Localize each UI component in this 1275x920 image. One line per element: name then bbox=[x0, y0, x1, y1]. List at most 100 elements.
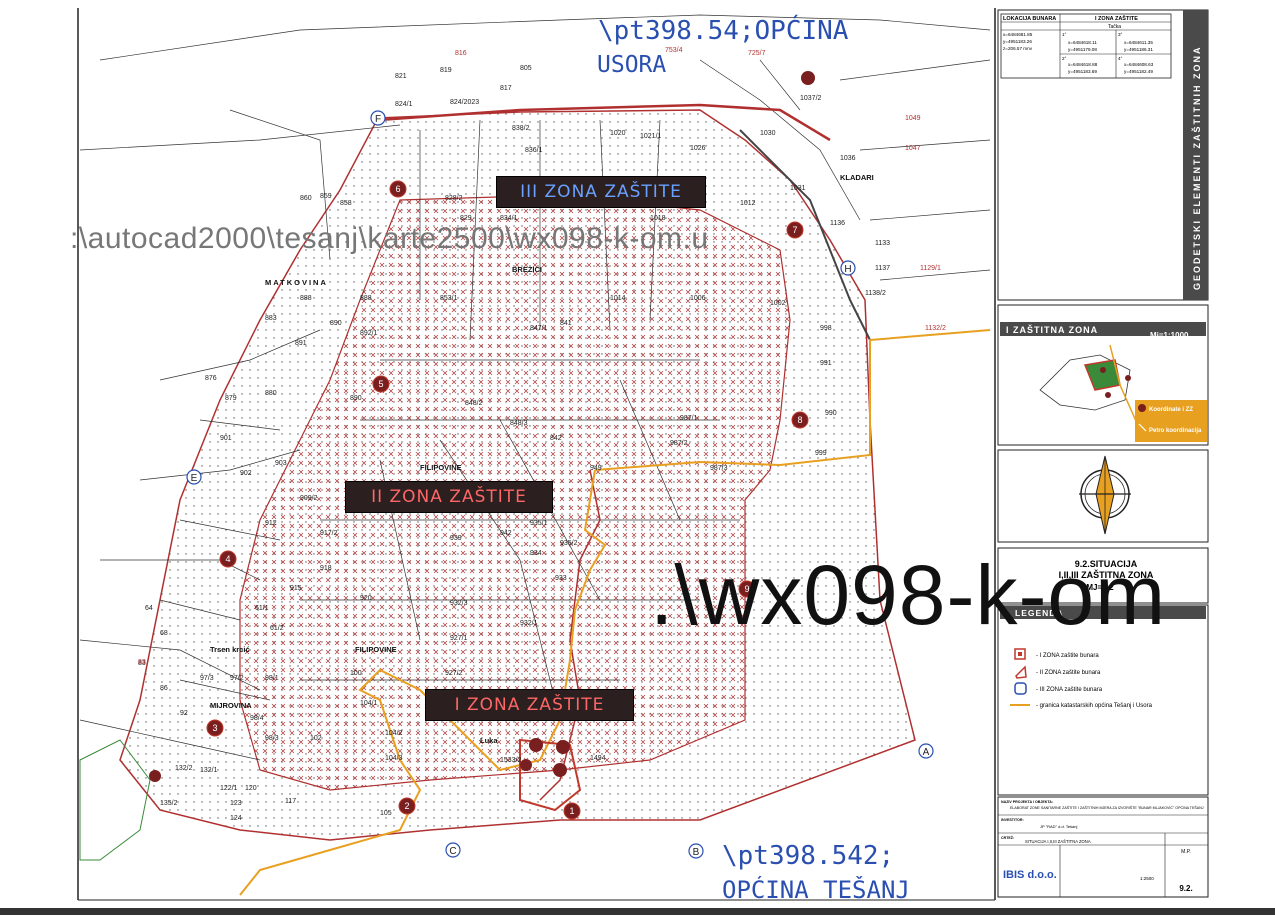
svg-text:CRTEŽ:: CRTEŽ: bbox=[1001, 835, 1014, 840]
svg-text:1494: 1494 bbox=[590, 755, 606, 762]
coord-panel bbox=[997, 9, 1209, 301]
place-brezici: BREZICI bbox=[512, 265, 542, 274]
zone-1-label: I ZONA ZAŠTITE bbox=[425, 689, 634, 721]
svg-text:64: 64 bbox=[145, 605, 153, 612]
svg-text:1036: 1036 bbox=[840, 155, 856, 162]
svg-text:901: 901 bbox=[220, 435, 232, 442]
svg-text:- II ZONA zaštite bunara: - II ZONA zaštite bunara bbox=[1036, 670, 1101, 676]
svg-text:INVESTITOR:: INVESTITOR: bbox=[1001, 818, 1024, 822]
svg-text:890: 890 bbox=[330, 320, 342, 327]
svg-text:842: 842 bbox=[550, 435, 562, 442]
path-overlay-top-2: USORA bbox=[597, 52, 667, 78]
svg-text:1012: 1012 bbox=[740, 200, 756, 207]
svg-text:902: 902 bbox=[240, 470, 252, 477]
svg-text:105: 105 bbox=[380, 810, 392, 817]
svg-text:H: H bbox=[844, 264, 851, 275]
svg-text:1002: 1002 bbox=[770, 300, 786, 307]
svg-text:1133: 1133 bbox=[875, 240, 890, 247]
svg-text:83: 83 bbox=[138, 659, 146, 666]
svg-text:y=4951183.69: y=4951183.69 bbox=[1068, 69, 1097, 74]
svg-text:1137: 1137 bbox=[875, 265, 890, 272]
svg-text:939: 939 bbox=[450, 535, 462, 542]
svg-text:853/1: 853/1 bbox=[440, 295, 458, 302]
svg-text:816: 816 bbox=[455, 50, 467, 57]
svg-text:x=6484608.63: x=6484608.63 bbox=[1124, 62, 1154, 67]
svg-text:821: 821 bbox=[395, 73, 407, 80]
svg-text:990: 990 bbox=[825, 410, 837, 417]
svg-text:912: 912 bbox=[265, 520, 277, 527]
svg-text:917/2: 917/2 bbox=[320, 530, 338, 537]
svg-text:86: 86 bbox=[160, 685, 168, 692]
svg-text:927/2: 927/2 bbox=[445, 670, 463, 677]
svg-text:888: 888 bbox=[300, 295, 312, 302]
svg-text:1006: 1006 bbox=[690, 295, 706, 302]
svg-text:9.2.: 9.2. bbox=[1179, 884, 1192, 893]
svg-text:92: 92 bbox=[180, 710, 188, 717]
zone-2-label: II ZONA ZAŠTITE bbox=[345, 481, 553, 513]
path-overlay-bottom: \pt398.542; bbox=[722, 841, 895, 871]
svg-text:932/3: 932/3 bbox=[450, 600, 468, 607]
svg-text:1138/2: 1138/2 bbox=[865, 290, 886, 297]
path-overlay-left: :\autocad2000\tesanj\karte2500\wx098-k-o… bbox=[70, 222, 709, 255]
svg-text:y=4951183.26: y=4951183.26 bbox=[1003, 39, 1032, 44]
well-marker-3: 3 bbox=[206, 719, 224, 737]
svg-text:5: 5 bbox=[378, 379, 383, 389]
svg-text:915: 915 bbox=[290, 585, 302, 592]
place-luka: Luka bbox=[480, 736, 498, 745]
point-e: E bbox=[186, 469, 202, 485]
svg-text:61/2: 61/2 bbox=[270, 625, 284, 632]
svg-text:858: 858 bbox=[340, 200, 352, 207]
inset-legend-2: Petro koordinacija bbox=[1149, 428, 1202, 434]
svg-text:987/2: 987/2 bbox=[670, 440, 688, 447]
svg-text:y=4951186.31: y=4951186.31 bbox=[1124, 47, 1153, 52]
point-c: C bbox=[445, 842, 461, 858]
svg-text:1018: 1018 bbox=[650, 215, 666, 222]
svg-text:132/2: 132/2 bbox=[175, 765, 193, 772]
svg-text:I ZONA ZAŠTITE: I ZONA ZAŠTITE bbox=[1095, 14, 1138, 22]
well-marker-5: 5 bbox=[372, 375, 390, 393]
svg-text:JP "RAD" d.d. Tešanj: JP "RAD" d.d. Tešanj bbox=[1040, 824, 1077, 829]
svg-text:1533/2: 1533/2 bbox=[500, 757, 522, 764]
svg-text:117: 117 bbox=[285, 798, 296, 805]
svg-text:932/1: 932/1 bbox=[520, 620, 538, 627]
svg-text:ELABORAT ZONE SANITARNE ZAŠTIT: ELABORAT ZONE SANITARNE ZAŠTITE I ZAŠTIT… bbox=[1010, 805, 1204, 810]
svg-text:z=206.57 mnv: z=206.57 mnv bbox=[1003, 46, 1033, 51]
svg-text:876: 876 bbox=[205, 375, 217, 382]
zone-3-label: III ZONA ZAŠTITE bbox=[496, 176, 706, 208]
svg-text:883: 883 bbox=[265, 315, 277, 322]
svg-text:817: 817 bbox=[500, 85, 512, 92]
svg-text:841: 841 bbox=[560, 320, 572, 327]
svg-text:3: 3 bbox=[212, 723, 217, 733]
svg-text:1°: 1° bbox=[1062, 32, 1067, 37]
svg-text:98/4: 98/4 bbox=[250, 715, 264, 722]
svg-text:859: 859 bbox=[320, 193, 332, 200]
place-trsen: Trsen krcić bbox=[210, 645, 250, 654]
svg-text:1020: 1020 bbox=[610, 130, 626, 137]
well-marker-4: 4 bbox=[219, 550, 237, 568]
company-logo: IBIS d.o.o. bbox=[1003, 869, 1057, 881]
svg-text:935/1: 935/1 bbox=[530, 520, 548, 527]
svg-text:B: B bbox=[693, 847, 700, 858]
point-h: H bbox=[840, 260, 856, 276]
svg-text:97/3: 97/3 bbox=[200, 675, 214, 682]
svg-text:1030: 1030 bbox=[760, 130, 776, 137]
svg-text:999: 999 bbox=[815, 450, 827, 457]
svg-text:848/2: 848/2 bbox=[465, 400, 483, 407]
svg-text:1049: 1049 bbox=[905, 115, 921, 122]
well-marker-1: 1 bbox=[563, 802, 581, 820]
svg-text:920: 920 bbox=[360, 595, 372, 602]
svg-text:880: 880 bbox=[265, 390, 277, 397]
svg-text:122/1: 122/1 bbox=[220, 785, 238, 792]
svg-text:2°: 2° bbox=[1062, 56, 1067, 61]
svg-text:1026: 1026 bbox=[690, 145, 706, 152]
svg-text:819: 819 bbox=[440, 67, 452, 74]
svg-text:x=6484611.35: x=6484611.35 bbox=[1124, 40, 1153, 45]
svg-text:- I ZONA zaštite bunara: - I ZONA zaštite bunara bbox=[1036, 653, 1099, 659]
svg-text:A: A bbox=[923, 747, 930, 758]
svg-text:805: 805 bbox=[520, 65, 532, 72]
svg-text:753/4: 753/4 bbox=[665, 47, 683, 54]
svg-text:935/2: 935/2 bbox=[560, 540, 578, 547]
well-marker-8: 8 bbox=[791, 411, 809, 429]
path-overlay-top: \pt398.54;OPĆINA bbox=[598, 16, 849, 46]
cadastral-map: 821819817 805824/1 824/2023 838/2836/1102… bbox=[77, 8, 1209, 901]
